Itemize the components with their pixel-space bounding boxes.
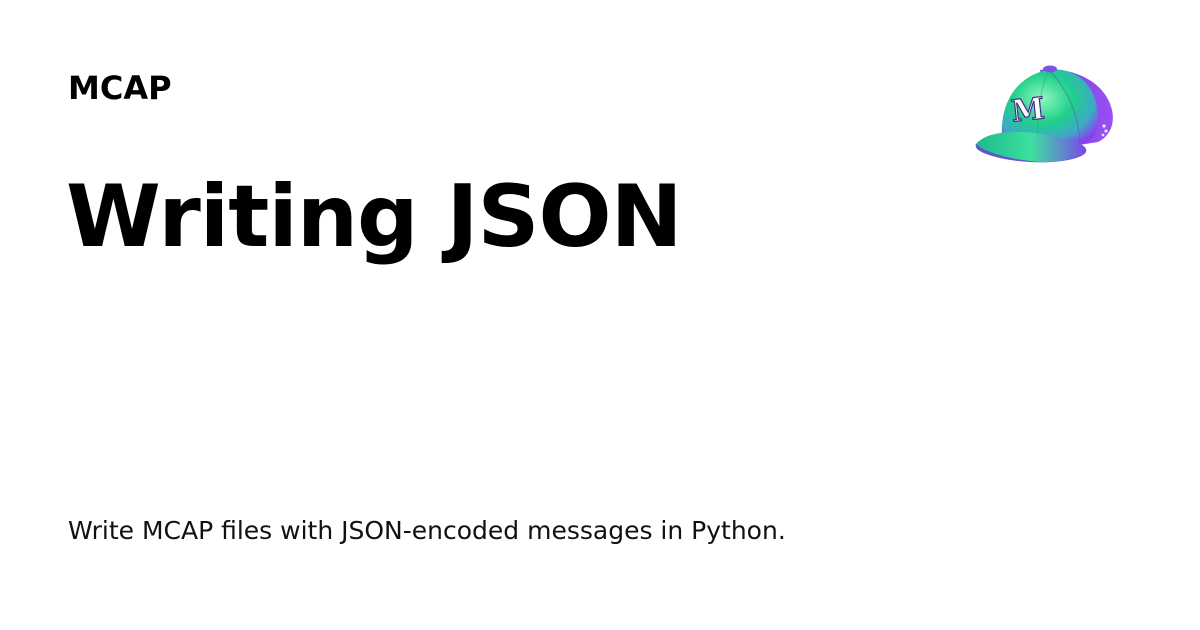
mcap-cap-icon: M [975,65,1113,163]
og-card: MCAP Writing JSON Write MCAP files with … [0,0,1200,630]
page-title: Writing JSON [66,167,683,267]
logo-letter: M [1010,91,1047,129]
page-description: Write MCAP files with JSON-encoded messa… [68,516,786,545]
brand-name: MCAP [68,69,172,107]
